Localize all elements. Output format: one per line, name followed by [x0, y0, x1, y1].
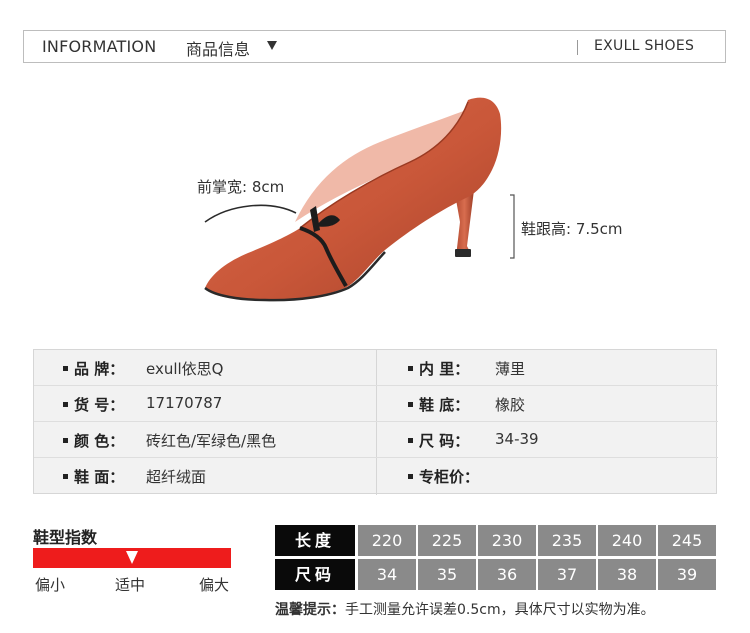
spec-row: 颜 色： 砖红色/军绿色/黑色 尺 码： 34-39	[34, 422, 718, 458]
information-header: INFORMATION 商品信息 EXULL SHOES	[23, 30, 726, 63]
fit-index-title: 鞋型指数	[33, 528, 98, 547]
spec-label: 内 里：	[419, 360, 470, 378]
bullet-icon	[408, 366, 413, 371]
heel-tip	[455, 249, 471, 257]
caret-down-icon	[267, 41, 277, 50]
bullet-icon	[63, 474, 68, 479]
spec-cell-lining: 内 里： 薄里	[376, 350, 718, 386]
size-header: 尺码	[275, 559, 355, 590]
length-cell: 225	[418, 525, 476, 556]
length-cell: 240	[598, 525, 656, 556]
spec-cell-upper: 鞋 面： 超纤绒面	[34, 458, 376, 494]
size-cell: 38	[598, 559, 656, 590]
spec-value: 砖红色/军绿色/黑色	[146, 432, 277, 450]
spec-value: 34-39	[495, 430, 539, 448]
length-cell: 235	[538, 525, 596, 556]
shoe-upper	[205, 97, 502, 301]
fit-marker-icon	[126, 551, 138, 564]
spec-label: 鞋 底：	[419, 396, 470, 414]
bullet-icon	[63, 366, 68, 371]
spec-cell-color: 颜 色： 砖红色/军绿色/黑色	[34, 422, 376, 458]
size-note-text: 手工测量允许误差0.5cm，具体尺寸以实物为准。	[345, 602, 655, 618]
bullet-icon	[408, 474, 413, 479]
header-title-en: INFORMATION	[42, 37, 157, 56]
forefoot-width-label: 前掌宽: 8cm	[197, 178, 285, 196]
size-chart: 长度 尺码 220 225 230 235 240 245 34 35 36 3…	[275, 525, 716, 590]
length-cell: 230	[478, 525, 536, 556]
spec-cell-price: 专柜价：	[376, 458, 718, 494]
size-cell: 37	[538, 559, 596, 590]
length-header: 长度	[275, 525, 355, 556]
spec-label: 专柜价：	[419, 468, 480, 486]
spec-row: 货 号： 17170787 鞋 底： 橡胶	[34, 386, 718, 422]
shoe-illustration	[204, 97, 515, 302]
brand-name: EXULL SHOES	[594, 38, 695, 54]
spec-value: 橡胶	[495, 396, 526, 414]
product-image-area: 前掌宽: 8cm 鞋跟高: 7.5cm	[0, 70, 750, 340]
spec-value: 超纤绒面	[146, 468, 207, 486]
spec-label: 货 号：	[74, 396, 125, 414]
heel-height-bracket	[510, 194, 515, 259]
size-cell: 34	[358, 559, 416, 590]
fit-label-normal: 适中	[115, 576, 146, 594]
bullet-icon	[408, 402, 413, 407]
spec-cell-size: 尺 码： 34-39	[376, 422, 718, 458]
spec-table: 品 牌： exull依思Q 内 里： 薄里 货 号： 17170787 鞋 底：…	[33, 349, 718, 495]
spec-label: 尺 码：	[419, 432, 470, 450]
fit-label-small: 偏小	[35, 576, 66, 594]
bullet-icon	[63, 402, 68, 407]
spec-value: 薄里	[495, 360, 526, 378]
header-divider	[577, 40, 578, 55]
spec-cell-sole: 鞋 底： 橡胶	[376, 386, 718, 422]
spec-row: 品 牌： exull依思Q 内 里： 薄里	[34, 350, 718, 386]
size-note: 温馨提示：手工测量允许误差0.5cm，具体尺寸以实物为准。	[275, 599, 655, 619]
spec-cell-brand: 品 牌： exull依思Q	[34, 350, 376, 386]
bullet-icon	[408, 438, 413, 443]
spec-value: exull依思Q	[146, 360, 224, 378]
spec-label: 颜 色：	[74, 432, 125, 450]
spec-cell-item-number: 货 号： 17170787	[34, 386, 376, 422]
size-cell: 36	[478, 559, 536, 590]
size-cell: 39	[658, 559, 716, 590]
spec-label: 鞋 面：	[74, 468, 125, 486]
spec-value: 17170787	[146, 394, 223, 412]
forefoot-arc	[204, 204, 297, 223]
fit-label-large: 偏大	[199, 576, 230, 594]
bullet-icon	[63, 438, 68, 443]
length-cell: 220	[358, 525, 416, 556]
spec-label: 品 牌：	[74, 360, 125, 378]
size-note-label: 温馨提示：	[275, 602, 345, 618]
size-cell: 35	[418, 559, 476, 590]
heel-height-label: 鞋跟高: 7.5cm	[521, 220, 623, 238]
length-cell: 245	[658, 525, 716, 556]
spec-row: 鞋 面： 超纤绒面 专柜价：	[34, 458, 718, 494]
header-title-cn: 商品信息	[186, 40, 251, 59]
